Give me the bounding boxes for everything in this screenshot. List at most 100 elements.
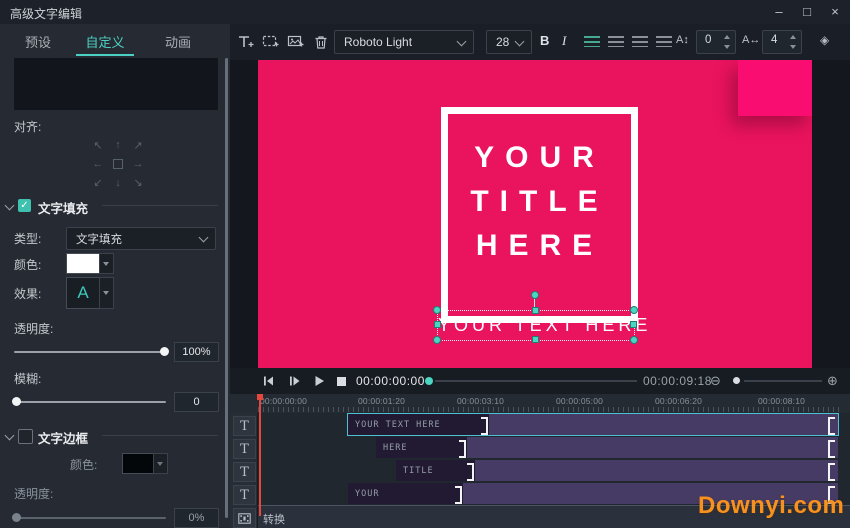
- stop-button[interactable]: [333, 374, 349, 388]
- align-label: 对齐:: [14, 118, 41, 135]
- text-fill-checkbox[interactable]: ✓: [18, 199, 31, 212]
- text-border-checkbox[interactable]: [18, 429, 33, 444]
- minimize-button[interactable]: –: [768, 2, 790, 22]
- fill-opacity-slider-handle[interactable]: [160, 347, 169, 356]
- timeline-playhead[interactable]: [259, 394, 261, 516]
- add-image-button[interactable]: [286, 32, 306, 52]
- align-right-text-button[interactable]: [632, 36, 648, 47]
- align-bottom-button[interactable]: ↓: [108, 173, 128, 192]
- border-opacity-slider[interactable]: [14, 517, 166, 519]
- preset-preview-box: [14, 58, 218, 110]
- previous-frame-button[interactable]: [260, 374, 276, 388]
- keyframe-diamond-icon[interactable]: ◈: [820, 33, 829, 47]
- handle-bottom-left[interactable]: [433, 336, 441, 344]
- timeline-zoom-out-icon[interactable]: ⊖: [710, 373, 721, 389]
- border-opacity-slider-handle[interactable]: [12, 513, 21, 522]
- panel-scrollbar[interactable]: [225, 58, 228, 518]
- track-type-button-3[interactable]: T: [233, 462, 256, 482]
- play-button[interactable]: [311, 374, 327, 388]
- title-frame-box[interactable]: YOUR TITLE HERE: [441, 107, 638, 323]
- font-family-dropdown[interactable]: Roboto Light: [334, 30, 474, 54]
- italic-button[interactable]: I: [562, 33, 566, 49]
- align-center-text-button[interactable]: [608, 36, 624, 47]
- align-left-button[interactable]: ←: [88, 155, 108, 174]
- timeline-zoom-in-icon[interactable]: ⊕: [827, 373, 838, 389]
- chevron-down-icon: [457, 37, 467, 47]
- handle-bottom-center[interactable]: [532, 336, 539, 343]
- add-text-button[interactable]: [236, 32, 256, 52]
- close-button[interactable]: ×: [824, 2, 846, 22]
- blur-slider-handle[interactable]: [12, 397, 21, 406]
- fill-opacity-label: 透明度:: [14, 320, 53, 337]
- trim-out-handle[interactable]: [459, 440, 466, 458]
- effect-dropdown-button[interactable]: [99, 277, 114, 309]
- line-spacing-stepper[interactable]: 0: [696, 30, 736, 54]
- section-divider: [102, 435, 218, 436]
- timeline-zoom-slider-handle[interactable]: [733, 377, 740, 384]
- track-type-button-4[interactable]: T: [233, 485, 256, 505]
- rotation-handle[interactable]: [531, 291, 539, 299]
- trim-out-handle[interactable]: [467, 463, 474, 481]
- delete-button[interactable]: [311, 32, 331, 52]
- border-color-dropdown-button[interactable]: [153, 453, 168, 474]
- fill-color-swatch[interactable]: [66, 253, 100, 274]
- align-right-button[interactable]: →: [128, 155, 148, 174]
- trim-in-handle[interactable]: [828, 417, 835, 435]
- align-bottom-left-button[interactable]: ↙: [88, 173, 108, 192]
- collapse-chevron-icon[interactable]: [5, 431, 15, 441]
- trim-in-handle[interactable]: [828, 463, 835, 481]
- stepper-up-icon[interactable]: [724, 35, 730, 39]
- seek-bar[interactable]: [435, 380, 637, 382]
- handle-middle-left[interactable]: [434, 321, 441, 328]
- titlebar: 高级文字编辑 – □ ×: [0, 0, 850, 25]
- bold-button[interactable]: B: [540, 33, 549, 48]
- align-left-text-button[interactable]: [584, 36, 600, 47]
- fill-type-dropdown[interactable]: 文字填充: [66, 227, 216, 250]
- stepper-down-icon[interactable]: [724, 45, 730, 49]
- text-track-icon: T: [240, 419, 249, 434]
- blur-slider[interactable]: [14, 401, 166, 403]
- align-center-button[interactable]: [108, 155, 128, 174]
- text-clip-3[interactable]: TITLE: [396, 460, 838, 481]
- align-bottom-right-button[interactable]: ↘: [128, 173, 148, 192]
- blur-value[interactable]: 0: [174, 392, 219, 412]
- trim-out-handle[interactable]: [481, 417, 488, 435]
- handle-top-right[interactable]: [630, 306, 638, 314]
- stepper-up-icon[interactable]: [790, 35, 796, 39]
- border-color-swatch[interactable]: [122, 453, 154, 474]
- tab-presets[interactable]: 预设: [10, 32, 66, 54]
- align-top-right-button[interactable]: ↗: [128, 136, 148, 155]
- text-clip-1[interactable]: YOUR TEXT HERE: [348, 414, 838, 435]
- timeline-ruler[interactable]: 00:00:00:00 00:00:01:20 00:00:03:10 00:0…: [230, 394, 850, 413]
- font-size-dropdown[interactable]: 28: [486, 30, 532, 54]
- maximize-button[interactable]: □: [796, 2, 818, 22]
- transition-track-button[interactable]: [233, 508, 256, 528]
- trim-in-handle[interactable]: [828, 440, 835, 458]
- collapse-chevron-icon[interactable]: [5, 201, 15, 211]
- track-type-button-2[interactable]: T: [233, 439, 256, 459]
- track-type-button-1[interactable]: T: [233, 416, 256, 436]
- fill-opacity-slider[interactable]: [14, 351, 166, 353]
- align-top-button[interactable]: ↑: [108, 136, 128, 155]
- handle-top-left[interactable]: [433, 306, 441, 314]
- handle-bottom-right[interactable]: [630, 336, 638, 344]
- handle-top-center[interactable]: [532, 307, 539, 314]
- stepper-down-icon[interactable]: [790, 45, 796, 49]
- next-frame-button[interactable]: [286, 374, 302, 388]
- align-top-left-button[interactable]: ↖: [88, 136, 108, 155]
- effect-swatch[interactable]: A: [66, 277, 100, 309]
- letter-spacing-stepper[interactable]: 4: [762, 30, 802, 54]
- video-canvas[interactable]: YOUR TITLE HERE YOUR TEXT HERE: [258, 60, 812, 368]
- handle-middle-right[interactable]: [630, 321, 637, 328]
- timeline-zoom-slider[interactable]: [744, 380, 822, 382]
- trim-out-handle[interactable]: [455, 486, 462, 504]
- add-text-box-button[interactable]: [261, 32, 281, 52]
- tab-animation[interactable]: 动画: [150, 32, 206, 54]
- align-justify-text-button[interactable]: [656, 36, 672, 47]
- fill-opacity-value[interactable]: 100%: [174, 342, 219, 362]
- fill-color-dropdown-button[interactable]: [99, 253, 114, 274]
- seek-playhead-dot[interactable]: [425, 377, 433, 385]
- border-opacity-value[interactable]: 0%: [174, 508, 219, 528]
- text-clip-2[interactable]: HERE: [376, 437, 838, 458]
- tab-custom[interactable]: 自定义: [74, 32, 136, 54]
